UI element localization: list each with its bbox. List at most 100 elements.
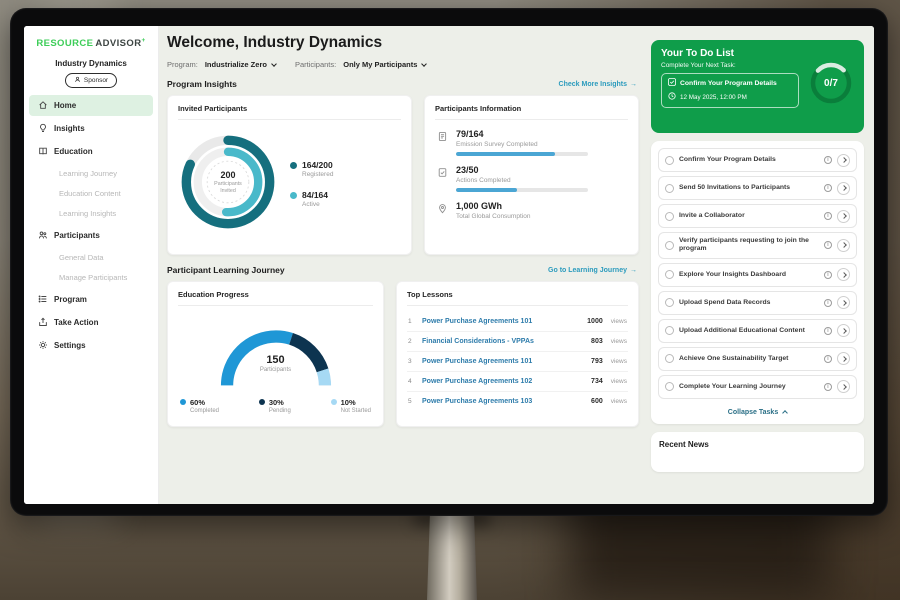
legend-item: 30% Pending [259, 398, 291, 414]
collapse-tasks-button[interactable]: Collapse Tasks [658, 403, 857, 420]
main-content: Welcome, Industry Dynamics Program: Indu… [159, 26, 651, 504]
lesson-link[interactable]: Power Purchase Agreements 103 [422, 398, 585, 405]
program-filter-dropdown[interactable]: Industrialize Zero [205, 60, 276, 69]
task-checkbox[interactable] [665, 354, 674, 363]
task-checkbox[interactable] [665, 326, 674, 335]
task-row[interactable]: Upload Additional Educational Content [658, 319, 857, 343]
sidebar-item-general-data[interactable]: General Data [29, 248, 153, 267]
task-row[interactable]: Invite a Collaborator [658, 204, 857, 228]
task-row[interactable]: Achieve One Sustainability Target [658, 347, 857, 371]
task-checkbox[interactable] [665, 156, 674, 165]
todo-progress-ring: 0/7 [808, 60, 854, 106]
sidebar-item-learning-journey[interactable]: Learning Journey [29, 164, 153, 183]
sidebar-item-program[interactable]: Program [29, 289, 153, 310]
sidebar-item-home[interactable]: Home [29, 95, 153, 116]
program-filter-label: Program: [167, 60, 198, 69]
task-row[interactable]: Confirm Your Program Details [658, 148, 857, 172]
sidebar-item-settings[interactable]: Settings [29, 335, 153, 356]
task-checkbox[interactable] [665, 241, 674, 250]
insights-cards-row: Invited Participants 200 [167, 95, 639, 255]
org-name: Industry Dynamics [24, 59, 158, 68]
legend-item: 84/164 Active [290, 190, 333, 208]
task-label: Achieve One Sustainability Target [679, 355, 819, 363]
sidebar-item-insights[interactable]: Insights [29, 118, 153, 139]
participants-filter-dropdown[interactable]: Only My Participants [343, 60, 426, 69]
chevron-right-icon[interactable] [837, 154, 850, 167]
clock-icon [668, 92, 676, 103]
page-title: Welcome, Industry Dynamics [167, 34, 639, 52]
lesson-link[interactable]: Power Purchase Agreements 102 [422, 378, 585, 385]
actions-icon [437, 165, 448, 192]
program-icon [38, 294, 48, 306]
donut-center-value: 200 [220, 170, 235, 180]
lesson-rank: 5 [408, 398, 416, 405]
info-icon[interactable] [824, 383, 832, 391]
task-label: Verify participants requesting to join t… [679, 237, 819, 254]
chevron-right-icon[interactable] [837, 210, 850, 223]
task-label: Upload Spend Data Records [679, 299, 819, 307]
task-row[interactable]: Explore Your Insights Dashboard [658, 263, 857, 287]
donut-legend: 164/200 Registered 84/164 Active [290, 160, 333, 208]
chevron-right-icon[interactable] [837, 324, 850, 337]
info-icon[interactable] [824, 271, 832, 279]
next-task-box[interactable]: Confirm Your Program Details 12 May 2025… [661, 73, 799, 108]
task-row[interactable]: Complete Your Learning Journey [658, 375, 857, 399]
legend-label: Not Started [341, 408, 371, 414]
link-label: Check More Insights [559, 81, 627, 88]
legend-dot [180, 399, 186, 405]
recent-news-title: Recent News [659, 440, 856, 449]
chevron-right-icon[interactable] [837, 296, 850, 309]
task-row[interactable]: Verify participants requesting to join t… [658, 232, 857, 259]
task-row[interactable]: Send 50 Invitations to Participants [658, 176, 857, 200]
lesson-views: 734 [591, 378, 603, 385]
info-row: 1,000 GWh Total Global Consumption [437, 201, 626, 220]
info-icon[interactable] [824, 156, 832, 164]
lesson-row: 4 Power Purchase Agreements 102 734 view… [407, 372, 628, 392]
dashboard-screen: RESOURCEADVISOR+ Industry Dynamics Spons… [24, 26, 874, 504]
info-icon[interactable] [824, 212, 832, 220]
link-label: Go to Learning Journey [548, 267, 627, 274]
task-row[interactable]: Upload Spend Data Records [658, 291, 857, 315]
participants-filter-value: Only My Participants [343, 60, 417, 69]
lesson-link[interactable]: Financial Considerations - VPPAs [422, 338, 585, 345]
legend-dot [259, 399, 265, 405]
legend-item: 10% Not Started [331, 398, 371, 414]
sidebar-item-education[interactable]: Education [29, 141, 153, 162]
check-more-insights-link[interactable]: Check More Insights → [559, 81, 637, 88]
todo-progress-count: 0/7 [808, 60, 854, 106]
info-icon[interactable] [824, 355, 832, 363]
info-icon[interactable] [824, 327, 832, 335]
task-checkbox[interactable] [665, 184, 674, 193]
task-label: Complete Your Learning Journey [679, 383, 819, 391]
lesson-views: 1000 [587, 318, 603, 325]
lesson-link[interactable]: Power Purchase Agreements 101 [422, 318, 581, 325]
todo-summary-card: Your To Do List Complete Your Next Task:… [651, 40, 864, 133]
sidebar-item-take-action[interactable]: Take Action [29, 312, 153, 333]
task-checkbox[interactable] [665, 212, 674, 221]
sponsor-badge[interactable]: Sponsor [65, 73, 117, 88]
chevron-right-icon[interactable] [837, 380, 850, 393]
legend-item: 60% Completed [180, 398, 219, 414]
chevron-right-icon[interactable] [837, 182, 850, 195]
lesson-link[interactable]: Power Purchase Agreements 101 [422, 358, 585, 365]
chevron-right-icon[interactable] [837, 268, 850, 281]
chevron-down-icon [271, 61, 277, 67]
task-checkbox[interactable] [665, 270, 674, 279]
lesson-views-word: views [611, 338, 627, 345]
lesson-views: 600 [591, 398, 603, 405]
chevron-right-icon[interactable] [837, 352, 850, 365]
info-icon[interactable] [824, 299, 832, 307]
sidebar-item-participants[interactable]: Participants [29, 225, 153, 246]
task-checkbox[interactable] [665, 298, 674, 307]
info-icon[interactable] [824, 184, 832, 192]
sidebar-item-learning-insights[interactable]: Learning Insights [29, 204, 153, 223]
info-icon[interactable] [824, 241, 832, 249]
chevron-right-icon[interactable] [837, 239, 850, 252]
legend-item: 164/200 Registered [290, 160, 333, 178]
lesson-row: 3 Power Purchase Agreements 101 793 view… [407, 352, 628, 372]
sidebar-item-education-content[interactable]: Education Content [29, 184, 153, 203]
task-checkbox[interactable] [665, 382, 674, 391]
invited-participants-card: Invited Participants 200 [167, 95, 412, 255]
go-to-learning-journey-link[interactable]: Go to Learning Journey → [548, 267, 637, 274]
sidebar-item-manage-participants[interactable]: Manage Participants [29, 268, 153, 287]
